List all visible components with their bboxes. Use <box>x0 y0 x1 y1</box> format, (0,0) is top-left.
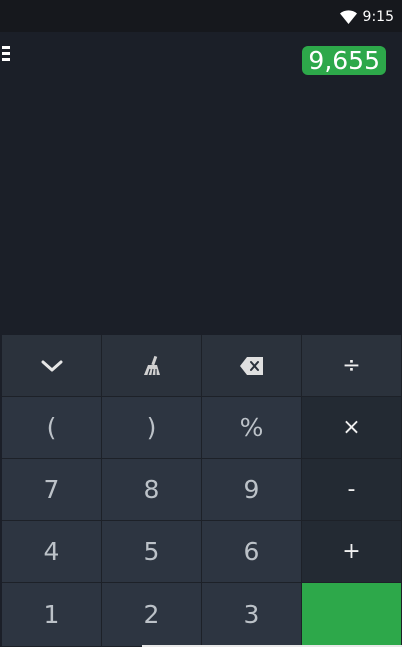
status-bar: 9:15 <box>0 0 402 32</box>
six-button[interactable]: 6 <box>202 521 302 583</box>
result-display: 9,655 <box>302 46 386 75</box>
nine-button[interactable]: 9 <box>202 459 302 521</box>
eight-button[interactable]: 8 <box>102 459 202 521</box>
multiply-button[interactable]: × <box>302 397 402 459</box>
seven-button[interactable]: 7 <box>2 459 102 521</box>
backspace-icon <box>239 356 263 375</box>
broom-icon <box>143 355 160 375</box>
status-right: 9:15 <box>339 7 394 27</box>
four-button[interactable]: 4 <box>2 521 102 583</box>
two-button[interactable]: 2 <box>102 583 202 647</box>
close-paren-button[interactable]: ) <box>102 397 202 459</box>
divide-button[interactable]: ÷ <box>302 335 402 397</box>
minus-button[interactable]: - <box>302 459 402 521</box>
one-button[interactable]: 1 <box>2 583 102 647</box>
wifi-icon <box>339 10 357 24</box>
five-button[interactable]: 5 <box>102 521 202 583</box>
percent-button[interactable]: % <box>202 397 302 459</box>
hamburger-menu-icon[interactable] <box>2 46 12 66</box>
keypad: ÷ ( ) % × 7 8 9 - 4 5 6 + 1 2 3 <box>2 335 402 647</box>
equals-button[interactable] <box>302 583 402 647</box>
status-time: 9:15 <box>362 9 394 25</box>
open-paren-button[interactable]: ( <box>2 397 102 459</box>
backspace-button[interactable] <box>202 335 302 397</box>
clear-button[interactable] <box>102 335 202 397</box>
plus-button[interactable]: + <box>302 521 402 583</box>
three-button[interactable]: 3 <box>202 583 302 647</box>
display-area: 9,655 <box>0 32 402 335</box>
chevron-down-icon <box>41 360 62 371</box>
collapse-button[interactable] <box>2 335 102 397</box>
